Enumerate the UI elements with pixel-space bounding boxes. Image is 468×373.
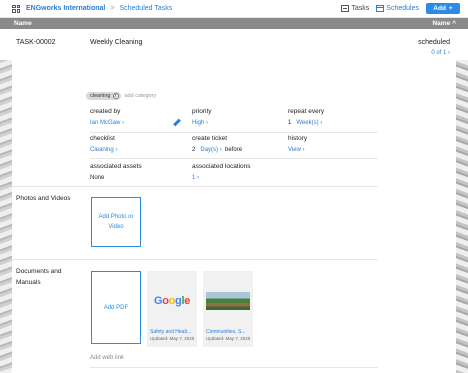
document-date: Updated: May 7, 2020: [206, 336, 251, 341]
chevron-right-icon: ›: [219, 147, 222, 153]
created-by-value[interactable]: Ian McGaw ›: [90, 120, 124, 126]
remove-chip-icon[interactable]: x: [112, 93, 119, 99]
landscape-photo-thumbnail: [206, 292, 250, 310]
document-title[interactable]: Safety and Healt...: [150, 329, 195, 335]
breadcrumb-section[interactable]: Scheduled Tasks: [119, 5, 172, 12]
history-value[interactable]: View ›: [288, 147, 307, 153]
priority-label: priority: [192, 108, 212, 115]
repeat-every-value[interactable]: 1 Week(s) ›: [288, 120, 324, 126]
sort-arrow-icon: ^: [452, 20, 456, 27]
chevron-right-icon: ›: [448, 50, 450, 56]
breadcrumb-org[interactable]: ENGworks International: [26, 5, 105, 12]
create-ticket-label: create ticket: [192, 135, 228, 142]
repeat-number[interactable]: 1: [288, 120, 291, 126]
associated-assets-value: None: [90, 175, 142, 181]
plus-icon: +: [448, 5, 453, 12]
top-nav: ENGworks International > Scheduled Tasks…: [0, 0, 468, 18]
category-chip-label: cleaning: [90, 93, 111, 99]
chevron-right-icon: ›: [197, 175, 200, 181]
ticket-unit: Day(s): [200, 147, 219, 153]
section-divider: [12, 186, 378, 187]
history-field: history View ›: [288, 135, 307, 153]
schedules-label: Schedules: [386, 5, 419, 12]
repeat-every-field: repeat every 1 Week(s) ›: [288, 108, 324, 126]
field-row-divider: [90, 132, 378, 133]
add-photo-button[interactable]: Add Photo or Video: [91, 197, 141, 247]
add-button-label: Add: [433, 5, 446, 12]
tasks-link[interactable]: Tasks: [341, 5, 369, 12]
background-image-left: [0, 60, 12, 373]
section-divider: [90, 367, 378, 368]
tasks-label: Tasks: [351, 5, 370, 12]
category-tags: cleaning x add category: [86, 92, 156, 100]
add-button[interactable]: Add +: [426, 3, 460, 14]
add-pdf-button[interactable]: Add PDF: [91, 271, 141, 344]
document-date: Updated: May 7, 2020: [150, 336, 195, 341]
priority-field: priority High ›: [192, 108, 212, 126]
associated-assets-text: None: [90, 175, 105, 181]
breadcrumb-separator: >: [110, 5, 115, 12]
associated-locations-text: 1: [192, 175, 196, 181]
created-by-field: created by Ian McGaw ›: [90, 108, 124, 126]
document-title[interactable]: Communities, S...: [206, 329, 251, 335]
column-name-right: Name: [432, 20, 451, 27]
google-logo: Google: [153, 295, 191, 307]
google-logo-thumbnail: Google: [150, 287, 194, 315]
task-id: TASK-00002: [16, 39, 56, 46]
field-row-divider: [90, 158, 378, 159]
checklist-field: checklist Cleaning ›: [90, 135, 117, 153]
list-column-header: Name Name ^: [0, 18, 468, 29]
priority-text: High: [192, 120, 205, 126]
nav-actions: Tasks Schedules Add +: [341, 3, 460, 14]
add-web-link-button[interactable]: Add web link: [90, 355, 124, 361]
priority-value[interactable]: High ›: [192, 120, 212, 126]
associated-locations-value[interactable]: 1 ›: [192, 175, 251, 181]
photos-section-title: Photos and Videos: [16, 195, 71, 202]
calendar-icon: [376, 5, 385, 12]
task-status: scheduled: [418, 39, 450, 46]
create-ticket-field: create ticket 2 Day(s) › before: [192, 135, 242, 153]
apps-grid-icon[interactable]: [12, 4, 20, 13]
column-sort[interactable]: Name ^: [432, 20, 456, 27]
edit-pencil-icon[interactable]: [173, 118, 181, 127]
repeat-unit: Week(s): [296, 120, 319, 126]
schedules-link[interactable]: Schedules: [376, 5, 419, 12]
chevron-right-icon: ›: [115, 147, 118, 153]
associated-locations-label: associated locations: [192, 163, 251, 170]
associated-assets-label: associated assets: [90, 163, 142, 170]
document-card[interactable]: Communities, S... Updated: May 7, 2020: [203, 271, 253, 347]
associated-assets-field: associated assets None: [90, 163, 142, 181]
created-by-name: Ian McGaw: [90, 120, 121, 126]
task-progress-link[interactable]: 0 of 1 ›: [431, 50, 450, 56]
task-progress-text: 0 of 1: [431, 50, 447, 56]
documents-section-title: Documents and Manuals: [16, 268, 62, 286]
history-label: history: [288, 135, 308, 142]
column-name-left[interactable]: Name: [14, 20, 32, 27]
chevron-right-icon: ›: [206, 120, 209, 126]
history-text: View: [288, 147, 301, 153]
repeat-every-label: repeat every: [288, 108, 325, 115]
ticket-number[interactable]: 2: [192, 147, 195, 153]
checklist-label: checklist: [90, 135, 115, 142]
document-card[interactable]: Google Safety and Healt... Updated: May …: [147, 271, 197, 347]
chevron-right-icon: ›: [122, 120, 125, 126]
task-detail-card: TASK-00002 Weekly Cleaning scheduled 0 o…: [12, 29, 456, 373]
task-name[interactable]: Weekly Cleaning: [90, 39, 142, 46]
tasks-icon: [341, 5, 350, 12]
ticket-suffix: before: [225, 147, 243, 153]
create-ticket-value[interactable]: 2 Day(s) › before: [192, 147, 242, 153]
section-divider: [12, 259, 378, 260]
chevron-right-icon: ›: [320, 120, 323, 126]
checklist-value[interactable]: Cleaning ›: [90, 147, 117, 153]
category-chip[interactable]: cleaning x: [86, 92, 121, 100]
chevron-right-icon: ›: [302, 147, 305, 153]
background-image-right: [456, 60, 468, 373]
checklist-text: Cleaning: [90, 147, 114, 153]
created-by-label: created by: [90, 108, 121, 115]
add-category-input[interactable]: add category: [125, 93, 157, 99]
associated-locations-field: associated locations 1 ›: [192, 163, 251, 181]
